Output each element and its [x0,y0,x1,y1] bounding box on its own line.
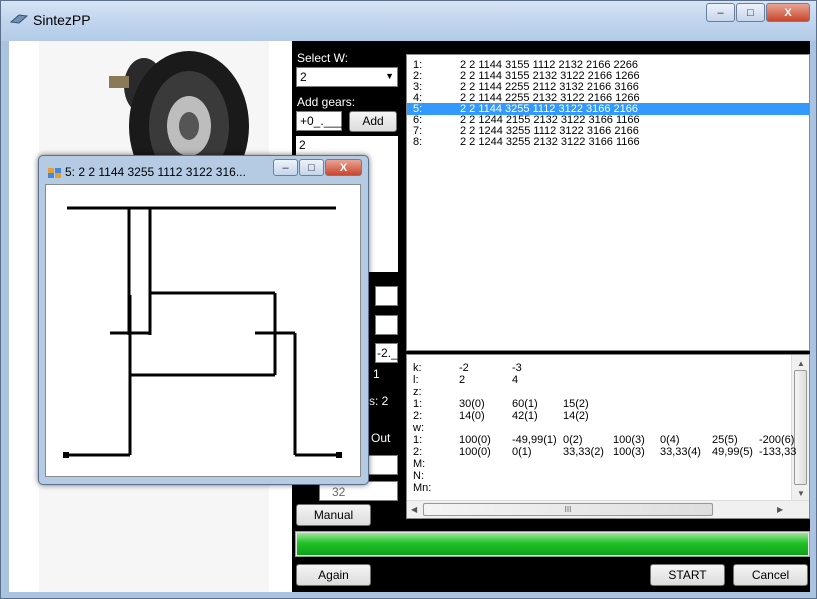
cancel-button[interactable]: Cancel [733,564,808,586]
progress-bar [295,531,810,557]
grid-cell: 14(2) [563,410,589,422]
grid-cell: 25(5) [712,434,738,446]
grid-cell: 42(1) [512,410,538,422]
again-button[interactable]: Again [296,564,371,586]
progress-fill [297,533,808,555]
out-label: Out [371,431,391,445]
select-w-dropdown[interactable]: 2 ▼ [296,67,398,87]
one-label: 1 [373,367,380,381]
grid-row-label: Mn: [413,482,432,494]
grid-row-label: w: [413,422,424,434]
grid-row-label: 2: [413,410,423,422]
close-button[interactable]: X [766,3,810,22]
grid-cell: -3 [512,362,522,374]
horizontal-scroll-thumb[interactable]: III [423,503,713,516]
start-button[interactable]: START [650,564,725,586]
variant-number: 8: [413,136,423,148]
s2-label: s: 2 [369,394,389,408]
scheme-canvas [45,184,361,477]
scheme-close-button[interactable]: X [325,159,362,176]
title-bar[interactable]: SintezPP – □ X [1,1,816,41]
results-grid[interactable]: ▲ ▼ ◀ III ▶ k: -2 -3 l: 2 4 z: 1: 30(0) 60(1) 15(2… [406,354,810,519]
grid-cell: 30(0) [459,398,485,410]
grid-row-label: N: [413,470,424,482]
scheme-minimize-button[interactable]: – [273,159,298,176]
scroll-right-icon[interactable]: ▶ [777,505,783,514]
grid-cell: 2 [459,374,466,386]
grid-row-label: 1: [413,434,423,446]
select-w-label: Select W: [297,51,349,65]
scheme-window[interactable]: 5: 2 2 1144 3255 1112 3122 316... – □ X [38,155,369,485]
kinematic-scheme-diagram [63,206,342,458]
scheme-maximize-button[interactable]: □ [299,159,324,176]
window-title: SintezPP [33,12,91,28]
variant-row[interactable]: 8: 2 2 1244 3255 2132 3122 3166 1166 [407,136,809,148]
vertical-scroll-thumb[interactable] [794,370,807,485]
grid-cell: -133,33 [759,446,797,458]
vertical-scrollbar[interactable]: ▲ ▼ [791,355,809,502]
grid-cell: 100(0) [459,434,491,446]
grid-cell: 15(2) [563,398,589,410]
grid-cell: 100(0) [459,446,491,458]
param-field-3[interactable]: -2._ [375,343,398,363]
scroll-left-icon[interactable]: ◀ [411,505,417,514]
add-button[interactable]: Add [349,111,397,132]
grid-row-label: l: [413,374,419,386]
minimize-button[interactable]: – [706,3,735,22]
grid-cell: 0(2) [563,434,583,446]
gear-list-item[interactable]: 2 [299,138,306,152]
input-terminal [63,452,69,458]
grid-row-label: 1: [413,398,423,410]
add-gears-label: Add gears: [297,95,356,109]
horizontal-scrollbar[interactable]: ◀ III ▶ [407,500,809,518]
grid-cell: -200(6) [759,434,795,446]
app-icon [10,14,28,24]
grid-cell: 100(3) [613,434,645,446]
manual-button[interactable]: Manual [296,504,371,526]
window-app-icon [48,168,61,178]
grid-cell: 14(0) [459,410,485,422]
grid-cell: 33,33(2) [563,446,604,458]
grid-cell: 0(4) [660,434,680,446]
select-w-value: 2 [300,70,307,84]
gear-input[interactable]: +0_.___ [296,111,344,131]
grid-row-label: M: [413,458,426,470]
param-field-1[interactable] [375,286,398,306]
output-terminal [336,452,342,458]
chevron-down-icon[interactable]: ▼ [385,71,394,81]
grid-row-label: 2: [413,446,423,458]
grid-cell: 33,33(4) [660,446,701,458]
variants-list[interactable]: 1: 2 2 1144 3155 1112 2132 2166 2266 2: 2 2… [406,54,810,351]
scroll-down-icon[interactable]: ▼ [797,489,805,498]
grid-cell: 100(3) [613,446,645,458]
grid-cell: 0(1) [512,446,532,458]
grid-cell: 4 [512,374,519,386]
variant-code: 2 2 1244 3255 2132 3122 3166 1166 [460,136,640,148]
scheme-window-title: 5: 2 2 1144 3255 1112 3122 316... [65,165,246,179]
maximize-button[interactable]: □ [736,3,765,22]
grid-row-label: z: [413,386,422,398]
scroll-up-icon[interactable]: ▲ [797,359,805,368]
grid-cell: -2 [459,362,469,374]
grid-cell: 60(1) [512,398,538,410]
grid-row-label: k: [413,362,422,374]
param-field-2[interactable] [375,315,398,335]
grid-cell: -49,99(1) [512,434,557,446]
grid-cell: 49,99(5) [712,446,753,458]
